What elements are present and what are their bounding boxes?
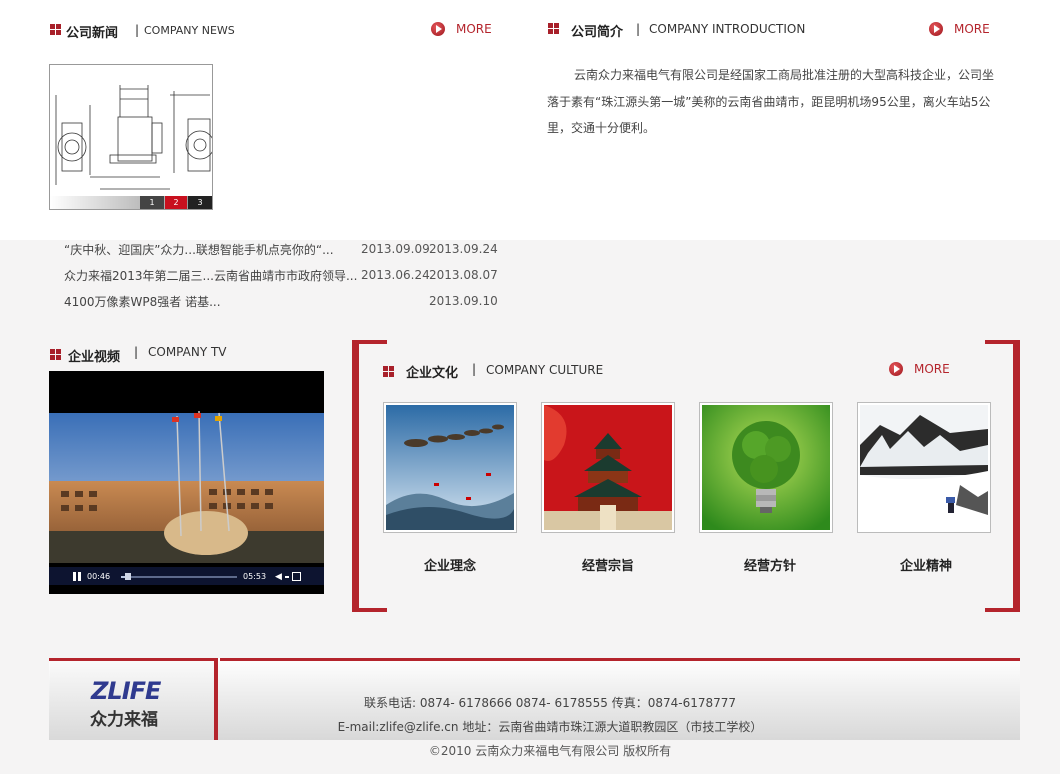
news-item-date: 2013.09.24 (429, 242, 498, 256)
temple-image (544, 405, 672, 530)
culture-caption[interactable]: 经营方针 (703, 555, 837, 574)
footer-address: E-mail:zlife@zlife.cn 地址：云南省曲靖市珠江源大道职教园区… (337, 720, 763, 734)
title-separator: | (135, 23, 140, 37)
frame-left (352, 340, 359, 612)
footer-accent (220, 658, 1020, 661)
fullscreen-icon[interactable] (292, 572, 301, 581)
culture-image-geese[interactable] (383, 402, 517, 533)
culture-title-cn: 企业文化 (406, 366, 459, 381)
news-item-title[interactable]: 众力来福2013年第二届三...云南省曲靖市市政府领导... (64, 267, 357, 284)
footer-logo-box[interactable]: ZLIFE 众力来福 (50, 661, 214, 740)
more-arrow-icon[interactable] (929, 22, 943, 36)
current-time: 00:46 (87, 572, 111, 581)
culture-caption[interactable]: 企业理念 (383, 555, 517, 574)
volume-slider[interactable] (285, 576, 289, 578)
pause-icon[interactable] (73, 572, 76, 581)
culture-caption[interactable]: 企业精神 (859, 555, 993, 574)
title-separator: | (472, 362, 477, 376)
progress-track[interactable] (121, 576, 237, 578)
more-arrow-icon[interactable] (431, 22, 445, 36)
intro-title-en: COMPANY INTRODUCTION (649, 22, 806, 36)
slider-page-3[interactable]: 3 (188, 196, 212, 209)
logo-text-cn: 众力来福 (90, 710, 158, 730)
intro-more-link[interactable]: MORE (954, 22, 990, 36)
section-square-icon (383, 366, 394, 377)
news-item-title[interactable]: 4100万像素WP8强者 诺基... (64, 293, 221, 310)
news-slider[interactable]: 1 2 3 (49, 64, 215, 210)
section-square-icon (50, 349, 61, 360)
intro-title-cn: 公司简介 (571, 25, 624, 40)
news-item-date: 2013.08.07 (429, 268, 498, 282)
news-item-date: 2013.09.09 (361, 242, 430, 256)
frame-corner (985, 608, 1020, 612)
frame-corner (352, 608, 387, 612)
geese-image (386, 405, 514, 530)
news-item-date: 2013.09.10 (429, 294, 498, 308)
section-square-icon (50, 24, 61, 35)
slider-page-1[interactable]: 1 (140, 196, 164, 209)
culture-image-mountain[interactable] (857, 402, 991, 533)
footer-divider (214, 658, 218, 740)
frame-right (1013, 340, 1020, 612)
news-slide-image (50, 65, 215, 209)
logo-text-en: ZLIFE (91, 677, 161, 705)
total-time: 05:53 (243, 572, 267, 581)
culture-caption[interactable]: 经营宗旨 (541, 555, 675, 574)
slider-page-2[interactable]: 2 (165, 196, 187, 209)
tv-title-cn: 企业视频 (68, 350, 121, 365)
news-item-title[interactable]: “庆中秋、迎国庆”众力...联想智能手机点亮你的“... (64, 241, 334, 258)
bulb-image (702, 405, 830, 530)
footer-copyright: ©2010 云南众力来福电气有限公司 版权所有 (428, 744, 672, 758)
culture-image-bulb[interactable] (699, 402, 833, 533)
intro-line: 里，交通十分便利。 (547, 121, 656, 135)
section-square-icon (548, 23, 559, 34)
video-frame (49, 371, 324, 594)
volume-icon[interactable]: ◀ (275, 573, 282, 582)
news-item-date: 2013.06.24 (361, 268, 430, 282)
mountain-image (860, 405, 988, 530)
footer-phone: 联系电话: 0874- 6178666 0874- 6178555 传真：087… (363, 696, 737, 710)
pause-icon-bar (78, 572, 81, 581)
video-player[interactable]: 00:46 05:53 ◀ (49, 371, 324, 594)
news-title-en: COMPANY NEWS (144, 24, 235, 37)
intro-line: 落于素有“珠江源头第一城”美称的云南省曲靖市，距昆明机场95公里，离火车站5公 (547, 95, 991, 109)
title-separator: | (636, 22, 641, 36)
news-more-link[interactable]: MORE (456, 22, 492, 36)
culture-image-temple[interactable] (541, 402, 675, 533)
tv-title-en: COMPANY TV (148, 345, 227, 359)
more-arrow-icon[interactable] (889, 362, 903, 376)
news-title-cn: 公司新闻 (66, 26, 119, 41)
culture-more-link[interactable]: MORE (914, 362, 950, 376)
progress-knob[interactable] (124, 573, 131, 580)
title-separator: | (134, 345, 139, 359)
culture-title-en: COMPANY CULTURE (486, 363, 604, 377)
intro-line: 云南众力来福电气有限公司是经国家工商局批准注册的大型高科技企业，公司坐 (574, 68, 995, 82)
